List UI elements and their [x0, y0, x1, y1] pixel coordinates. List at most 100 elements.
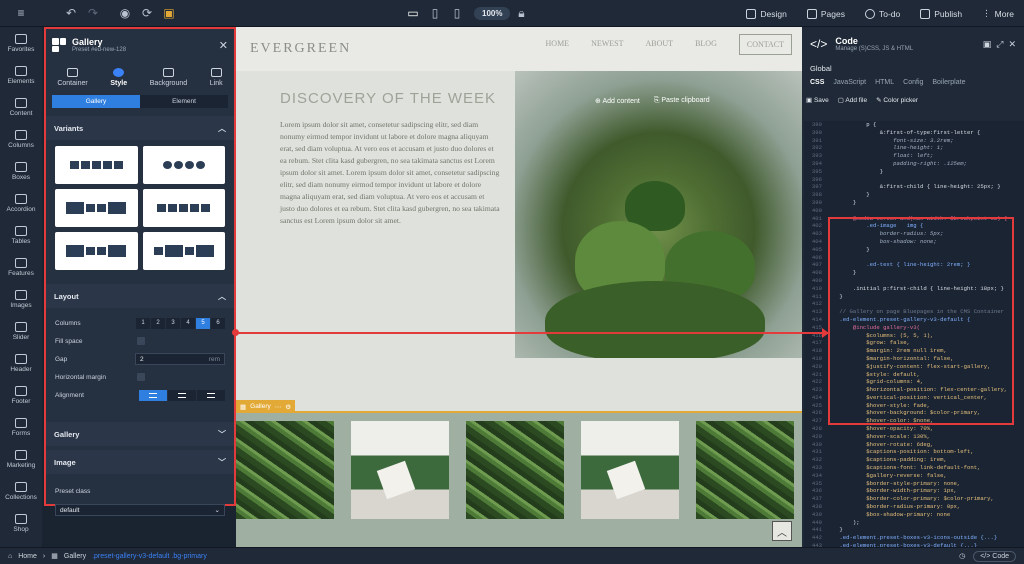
code-line[interactable]: 441 } — [804, 526, 1024, 534]
close-icon[interactable]: ✕ — [219, 39, 228, 52]
tablet-view-icon[interactable]: ▯ — [424, 2, 446, 24]
mobile-view-icon[interactable]: ▯ — [446, 2, 468, 24]
segment-element[interactable]: Element — [140, 95, 228, 108]
code-line[interactable]: 429 $hover-scale: 130%, — [804, 433, 1024, 441]
nav-link[interactable]: HOME — [546, 39, 570, 55]
gallery-image[interactable] — [351, 421, 449, 519]
code-line[interactable]: 434 $gallery-reverse: false, — [804, 472, 1024, 480]
preset-class-select[interactable]: default ⌄ — [55, 504, 225, 516]
sidebar-item-footer[interactable]: Footer — [0, 379, 42, 411]
sidebar-item-favorites[interactable]: Favorites — [0, 27, 42, 59]
hero-title[interactable]: DISCOVERY OF THE WEEK — [280, 89, 500, 109]
expand-icon[interactable]: ⤢ — [996, 39, 1003, 50]
tab-html[interactable]: HTML — [875, 79, 894, 86]
add-content-button[interactable]: ⊕ Add content — [595, 97, 640, 105]
variant-thumbnail[interactable] — [55, 189, 138, 227]
code-line[interactable]: 432 $captions-padding: 1rem, — [804, 456, 1024, 464]
gap-input[interactable]: 2 rem — [135, 353, 225, 365]
column-option[interactable]: 2 — [151, 317, 165, 329]
sidebar-item-accordion[interactable]: Accordion — [0, 187, 42, 219]
nav-contact-button[interactable]: CONTACT — [738, 34, 792, 55]
sidebar-item-forms[interactable]: Forms — [0, 411, 42, 443]
color-picker-button[interactable]: ✎ Color picker — [876, 96, 918, 104]
code-line[interactable]: 393 float: left; — [804, 152, 1024, 160]
code-line[interactable]: 390 &:first-of-type:first-letter { — [804, 129, 1024, 137]
terrarium-image[interactable]: ⊕ Add content ⎘ Paste clipboard — [515, 71, 802, 358]
lock-icon[interactable]: 🔒︎ — [510, 2, 532, 24]
code-line[interactable]: 392 line-height: 1; — [804, 144, 1024, 152]
column-option-selected[interactable]: 5 — [196, 317, 210, 329]
variant-thumbnail[interactable] — [55, 146, 138, 184]
section-variants[interactable]: Variants ︿ — [46, 116, 234, 140]
column-option[interactable]: 3 — [166, 317, 180, 329]
breadcrumb-home[interactable]: Home — [18, 553, 37, 560]
close-icon[interactable]: ✕ — [1008, 39, 1016, 50]
gallery-selection-label[interactable]: ▦ Gallery ⋯ ⚙︎ — [236, 400, 296, 413]
code-line[interactable]: 437 $border-color-primary: $color-primar… — [804, 495, 1024, 503]
code-line[interactable]: 428 $hover-opacity: 70%, — [804, 425, 1024, 433]
tab-boilerplate[interactable]: Boilerplate — [932, 79, 965, 86]
column-option[interactable]: 6 — [211, 317, 225, 329]
tab-javascript[interactable]: JavaScript — [833, 79, 866, 86]
code-line[interactable]: 431 $captions-position: bottom-left, — [804, 448, 1024, 456]
sidebar-item-columns[interactable]: Columns — [0, 123, 42, 155]
nav-link[interactable]: ABOUT — [646, 39, 674, 55]
sidebar-item-marketing[interactable]: Marketing — [0, 443, 42, 475]
site-brand[interactable]: EVERGREEN — [250, 41, 351, 57]
code-line[interactable]: 438 $border-radius-primary: 0px, — [804, 503, 1024, 511]
breadcrumb-gallery[interactable]: Gallery — [64, 553, 86, 560]
sidebar-item-elements[interactable]: Elements — [0, 59, 42, 91]
align-right-button[interactable] — [197, 389, 225, 401]
code-line[interactable]: 400 — [804, 207, 1024, 215]
sidebar-item-features[interactable]: Features — [0, 251, 42, 283]
variant-thumbnail[interactable] — [142, 146, 225, 184]
segment-gallery[interactable]: Gallery — [52, 95, 140, 108]
column-option[interactable]: 4 — [181, 317, 195, 329]
save-icon[interactable]: ▣ — [158, 2, 180, 24]
code-line[interactable]: 396 — [804, 176, 1024, 184]
sidebar-item-images[interactable]: Images — [0, 283, 42, 315]
tab-link[interactable]: Link — [210, 68, 223, 87]
sidebar-item-collections[interactable]: Collections — [0, 475, 42, 507]
code-line[interactable]: 399 } — [804, 199, 1024, 207]
gallery-image[interactable] — [696, 421, 794, 519]
design-button[interactable]: Design — [736, 0, 796, 27]
code-line[interactable]: 430 $hover-rotate: 6deg, — [804, 441, 1024, 449]
code-line[interactable]: 442 .ed-element.preset-boxes-v3-icons-ou… — [804, 534, 1024, 542]
gallery-image[interactable] — [581, 421, 679, 519]
add-file-button[interactable]: ▢ Add file — [838, 96, 867, 104]
horizontal-margin-checkbox[interactable] — [137, 373, 145, 381]
paste-clipboard-button[interactable]: ⎘ Paste clipboard — [654, 97, 710, 105]
undo-icon[interactable]: ↶ — [60, 2, 82, 24]
gallery-image[interactable] — [466, 421, 564, 519]
code-line[interactable]: 435 $border-style-primary: none, — [804, 480, 1024, 488]
tab-config[interactable]: Config — [903, 79, 923, 86]
sidebar-item-tables[interactable]: Tables — [0, 219, 42, 251]
gallery-element[interactable]: ▦ Gallery ⋯ ⚙︎ ︿ — [236, 400, 802, 547]
tab-css[interactable]: CSS — [810, 79, 824, 86]
sidebar-item-slider[interactable]: Slider — [0, 315, 42, 347]
tab-background[interactable]: Background — [150, 68, 187, 87]
refresh-icon[interactable]: ⟳ — [136, 2, 158, 24]
tab-style[interactable]: Style — [110, 68, 127, 87]
variant-thumbnail[interactable] — [142, 189, 225, 227]
dock-icon[interactable]: ▣ — [983, 39, 992, 50]
publish-button[interactable]: Publish — [910, 0, 972, 27]
pages-button[interactable]: Pages — [797, 0, 855, 27]
code-line[interactable]: 391 font-size: 3.2rem; — [804, 137, 1024, 145]
code-line[interactable]: 440 ); — [804, 519, 1024, 527]
code-line[interactable]: 398 } — [804, 191, 1024, 199]
scroll-top-button[interactable]: ︿ — [772, 521, 792, 541]
history-icon[interactable]: ◷ — [959, 552, 965, 560]
align-center-button[interactable] — [168, 389, 196, 401]
sidebar-item-boxes[interactable]: Boxes — [0, 155, 42, 187]
fill-space-checkbox[interactable] — [137, 337, 145, 345]
code-line[interactable]: 436 $border-width-primary: 1px, — [804, 487, 1024, 495]
code-line[interactable]: 395 } — [804, 168, 1024, 176]
code-line[interactable]: 389 p { — [804, 121, 1024, 129]
menu-icon[interactable]: ≡ — [10, 2, 32, 24]
code-line[interactable]: 439 $box-shadow-primary: none — [804, 511, 1024, 519]
desktop-view-icon[interactable]: ▭ — [402, 2, 424, 24]
align-left-button[interactable] — [139, 389, 167, 401]
gallery-image[interactable] — [236, 421, 334, 519]
